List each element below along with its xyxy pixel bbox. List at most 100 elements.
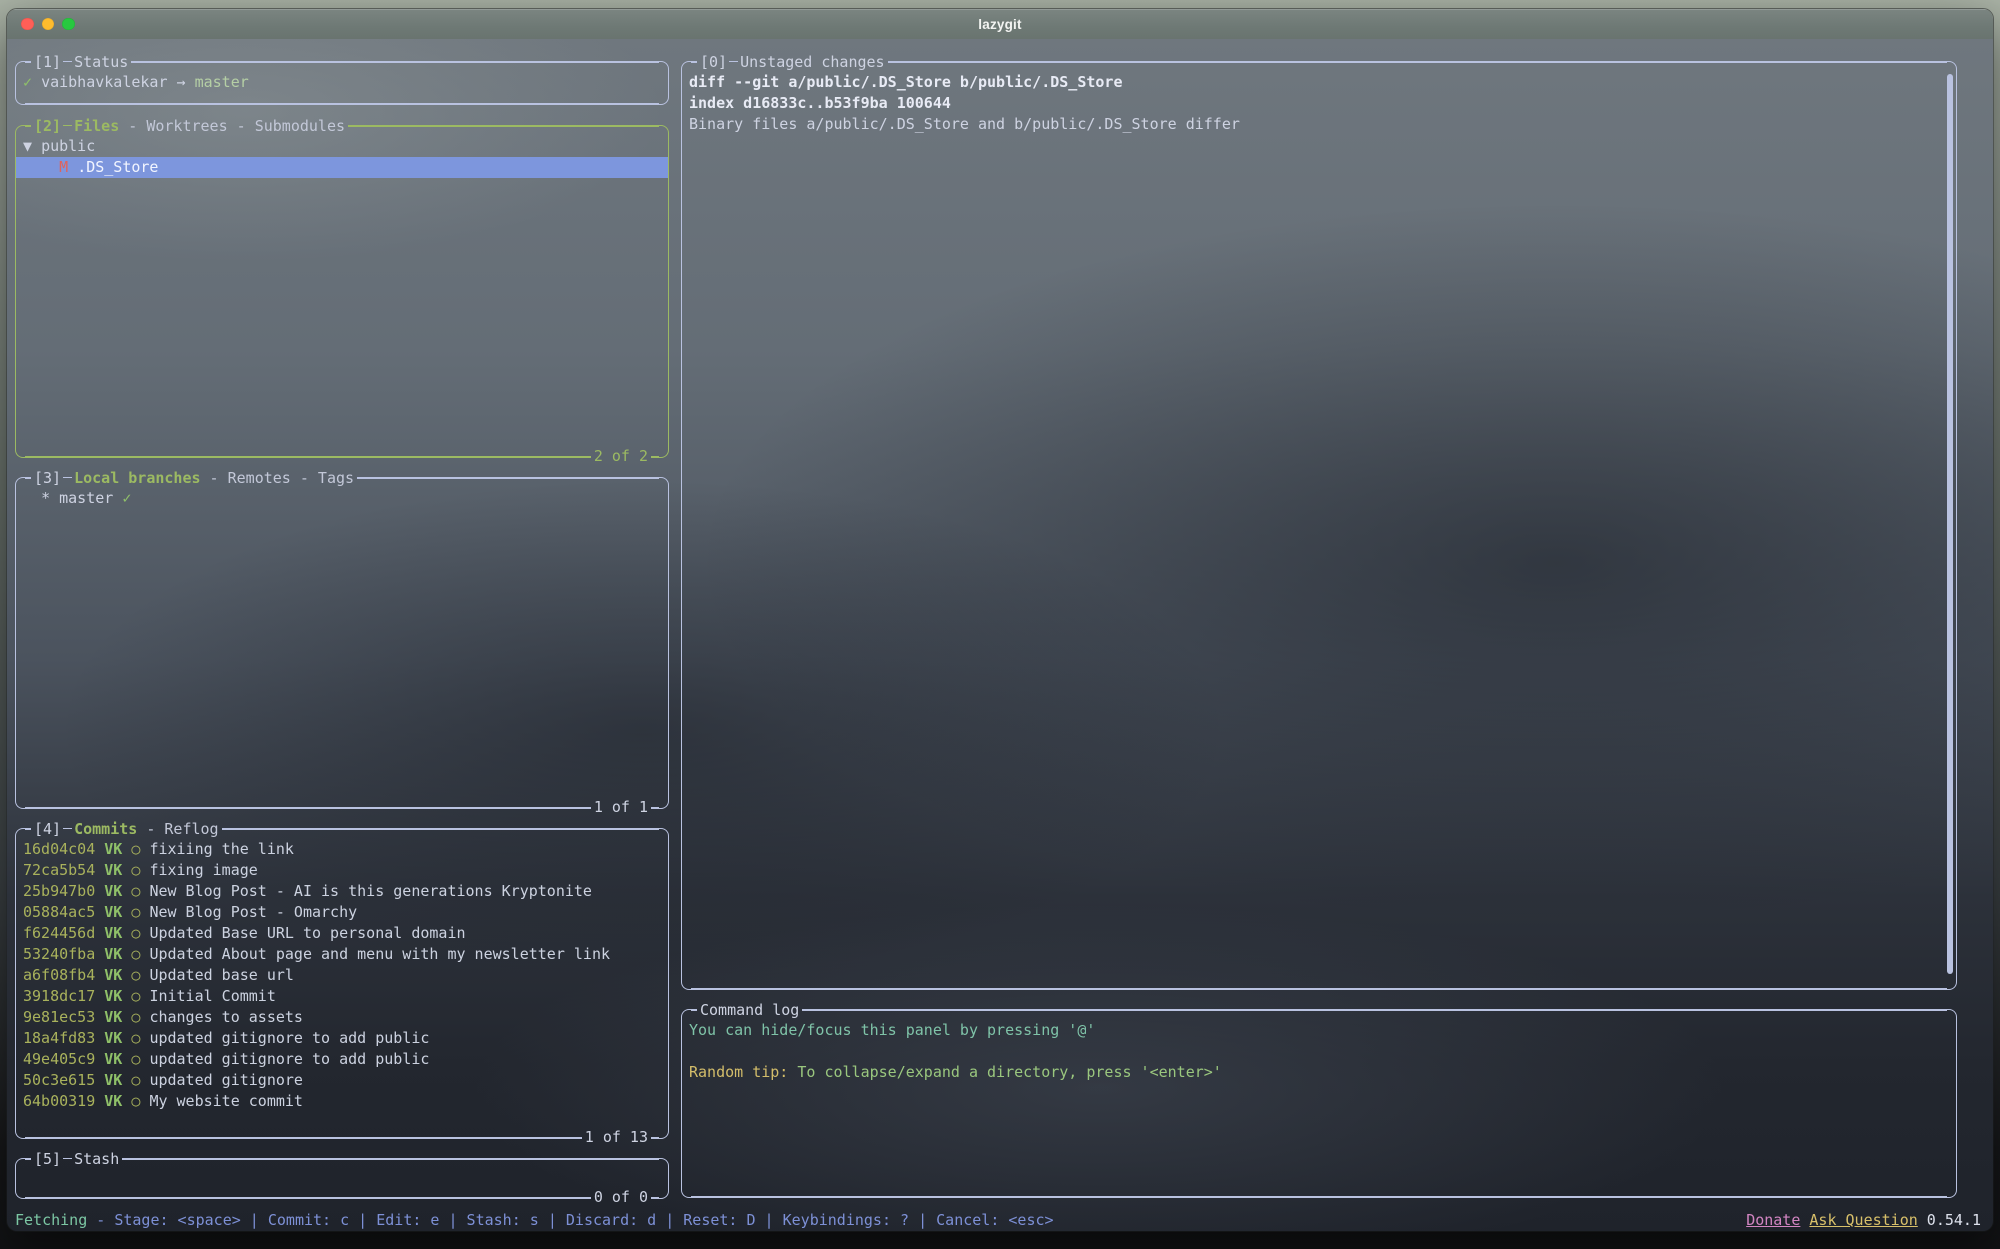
panel-number: [3] <box>34 469 61 487</box>
border-line <box>25 456 591 458</box>
tab-reflog[interactable]: - Reflog <box>137 820 218 838</box>
repo-name: vaibhavkalekar <box>41 73 167 91</box>
file-status-letter: M <box>59 158 68 176</box>
commit-row[interactable]: f624456d VK ○ Updated Base URL to person… <box>23 923 668 944</box>
scrollbar-thumb[interactable] <box>1947 74 1953 974</box>
commit-message: updated gitignore <box>149 1071 303 1089</box>
side-panels-column: [1]Status ✓ vaibhavkalekar → master <box>15 51 669 1208</box>
panel-files[interactable]: [2] Files - Worktrees - Submodules ▼ publ… <box>15 115 669 467</box>
border-line <box>131 61 659 63</box>
panel-status-body: ✓ vaibhavkalekar → master <box>15 72 669 93</box>
panel-unstaged-border-top: [0]Unstaged changes <box>681 51 1957 72</box>
panel-files-body: ▼ public M .DS_Store <box>15 136 669 446</box>
panel-counter: 2 of 2 <box>591 446 651 467</box>
border-line <box>888 61 1947 63</box>
border-corner <box>659 477 669 488</box>
commit-row[interactable]: 18a4fd83 VK ○ updated gitignore to add p… <box>23 1028 668 1049</box>
commit-author: VK <box>104 1071 122 1089</box>
current-branch-name: master <box>195 73 249 91</box>
terminal: [1]Status ✓ vaibhavkalekar → master <box>7 39 1993 1231</box>
commit-row[interactable]: 49e405c9 VK ○ updated gitignore to add p… <box>23 1049 668 1070</box>
panel-number: [4] <box>34 820 61 838</box>
minimize-button[interactable] <box>42 18 55 31</box>
version-text: 0.54.1 <box>1918 1211 1981 1229</box>
panel-branches[interactable]: [3] Local branches - Remotes - Tags * mas… <box>15 467 669 818</box>
expand-triangle-icon[interactable]: ▼ <box>23 137 32 155</box>
tab-files[interactable]: Files <box>74 117 119 135</box>
border-line <box>222 828 659 830</box>
commit-row[interactable]: 53240fba VK ○ Updated About page and men… <box>23 944 668 965</box>
status-row[interactable]: ✓ vaibhavkalekar → master <box>23 72 668 93</box>
panel-unstaged-changes[interactable]: [0]Unstaged changes diff --git a/public/… <box>681 51 1957 999</box>
commit-hash: 18a4fd83 <box>23 1029 95 1047</box>
commit-author: VK <box>104 1092 122 1110</box>
commit-row[interactable]: 25b947b0 VK ○ New Blog Post - AI is this… <box>23 881 668 902</box>
tab-commits[interactable]: Commits <box>74 820 137 838</box>
panel-number: [2] <box>34 117 61 135</box>
border-line <box>802 1009 1947 1011</box>
diff-line: Binary files a/public/.DS_Store and b/pu… <box>689 114 1956 135</box>
panel-command-log-border-top: Command log <box>681 999 1957 1020</box>
panel-title-label: Status <box>74 53 128 71</box>
panel-stash[interactable]: [5]Stash 0 of 0 <box>15 1148 669 1208</box>
commit-row[interactable]: a6f08fb4 VK ○ Updated base url <box>23 965 668 986</box>
panel-commits[interactable]: [4] Commits - Reflog 16d04c04 VK ○ fixiin… <box>15 818 669 1148</box>
border-corner <box>659 1187 669 1199</box>
command-log-hint: You can hide/focus this panel by pressin… <box>689 1020 1956 1041</box>
border-corner <box>15 1127 25 1139</box>
commit-hash: 05884ac5 <box>23 903 95 921</box>
status-bar-right: Donate Ask Question 0.54.1 <box>1746 1211 1981 1229</box>
close-button[interactable] <box>21 18 34 31</box>
file-tree-dir-row[interactable]: ▼ public <box>23 136 668 157</box>
border-line <box>25 103 659 105</box>
border-corner <box>659 61 669 72</box>
branch-row-master[interactable]: * master ✓ <box>23 488 668 509</box>
border-corner <box>15 93 25 105</box>
commit-hash: 64b00319 <box>23 1092 95 1110</box>
commit-node-icon: ○ <box>131 1092 140 1110</box>
commit-row[interactable]: 16d04c04 VK ○ fixiing the link <box>23 839 668 860</box>
titlebar[interactable]: lazygit <box>7 9 1993 39</box>
commit-author: VK <box>104 903 122 921</box>
commit-row[interactable]: 50c3e615 VK ○ updated gitignore <box>23 1070 668 1091</box>
panel-commits-body: 16d04c04 VK ○ fixiing the link 72ca5b54 … <box>15 839 669 1127</box>
ask-question-link[interactable]: Ask Question <box>1809 1211 1917 1229</box>
tab-stash[interactable]: Stash <box>74 1150 119 1168</box>
panel-stash-body <box>15 1169 669 1187</box>
random-tip-line: Random tip: To collapse/expand a directo… <box>689 1062 1956 1083</box>
panel-command-log[interactable]: Command log You can hide/focus this pane… <box>681 999 1957 1207</box>
border-line <box>25 1197 591 1199</box>
commit-node-icon: ○ <box>131 903 140 921</box>
tabs-remotes-tags[interactable]: - Remotes - Tags <box>201 469 355 487</box>
commit-author: VK <box>104 861 122 879</box>
border-corner <box>15 446 25 458</box>
commit-author: VK <box>104 987 122 1005</box>
border-line <box>122 1158 659 1160</box>
panel-number: [5] <box>34 1150 61 1168</box>
commit-row[interactable]: 3918dc17 VK ○ Initial Commit <box>23 986 668 1007</box>
file-row-selected[interactable]: M .DS_Store <box>16 157 668 178</box>
branch-name: master <box>59 489 113 507</box>
panel-title-label: Command log <box>700 1001 799 1019</box>
loader-text: Fetching <box>15 1211 87 1229</box>
panel-branches-title: [3] Local branches - Remotes - Tags <box>31 467 357 488</box>
tab-local-branches[interactable]: Local branches <box>74 469 200 487</box>
commit-message: updated gitignore to add public <box>149 1050 429 1068</box>
panel-status[interactable]: [1]Status ✓ vaibhavkalekar → master <box>15 51 669 113</box>
border-corner <box>1947 978 1957 990</box>
commit-row[interactable]: 9e81ec53 VK ○ changes to assets <box>23 1007 668 1028</box>
commit-message: Initial Commit <box>149 987 275 1005</box>
zoom-button[interactable] <box>62 18 75 31</box>
donate-link[interactable]: Donate <box>1746 1211 1800 1229</box>
commit-row[interactable]: 72ca5b54 VK ○ fixing image <box>23 860 668 881</box>
tabs-worktrees-submodules[interactable]: - Worktrees - Submodules <box>119 117 345 135</box>
branch-check-icon: ✓ <box>122 489 131 507</box>
panel-status-border-bottom <box>15 93 669 114</box>
border-dash <box>729 61 738 63</box>
commit-hash: f624456d <box>23 924 95 942</box>
border-corner <box>15 61 25 72</box>
commit-row[interactable]: 05884ac5 VK ○ New Blog Post - Omarchy <box>23 902 668 923</box>
panel-status-border-top: [1]Status <box>15 51 669 72</box>
commit-row[interactable]: 64b00319 VK ○ My website commit <box>23 1091 668 1112</box>
main-panels-column: [0]Unstaged changes diff --git a/public/… <box>681 51 1957 1207</box>
